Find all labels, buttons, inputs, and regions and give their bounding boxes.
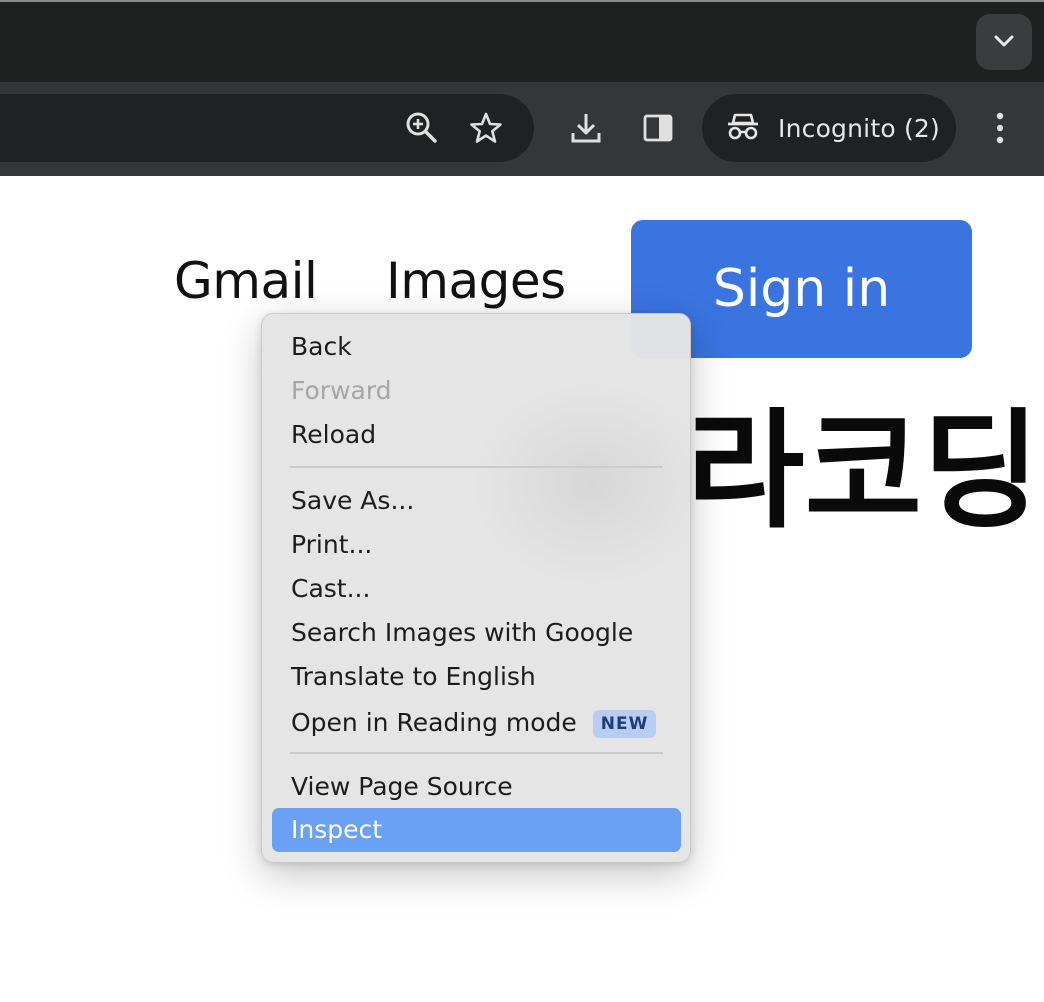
tab-strip xyxy=(0,0,1044,82)
context-menu: Back Forward Reload Save As... Print... … xyxy=(261,313,691,863)
more-vertical-icon[interactable] xyxy=(984,106,1016,150)
menu-item-forward: Forward xyxy=(291,376,392,405)
incognito-icon xyxy=(726,111,760,145)
window-edge xyxy=(0,0,1044,2)
menu-item-print[interactable]: Print... xyxy=(291,523,372,567)
tab-search-button[interactable] xyxy=(976,14,1032,70)
reading-mode-label: Open in Reading mode xyxy=(291,708,577,737)
chevron-down-icon xyxy=(993,33,1015,52)
menu-item-view-source[interactable]: View Page Source xyxy=(291,765,513,809)
menu-item-cast[interactable]: Cast... xyxy=(291,567,370,611)
menu-item-save-as[interactable]: Save As... xyxy=(291,479,414,523)
address-bar[interactable] xyxy=(0,94,534,162)
menu-item-translate[interactable]: Translate to English xyxy=(291,655,536,699)
menu-item-inspect[interactable]: Inspect xyxy=(291,808,382,852)
browser-toolbar: Incognito (2) xyxy=(0,82,1044,176)
menu-item-back[interactable]: Back xyxy=(291,325,352,369)
bookmark-star-icon[interactable] xyxy=(464,106,508,150)
side-panel-icon[interactable] xyxy=(636,106,680,150)
menu-separator xyxy=(290,752,663,754)
menu-separator xyxy=(290,466,663,468)
incognito-profile-button[interactable]: Incognito (2) xyxy=(702,94,956,162)
download-icon[interactable] xyxy=(564,106,608,150)
gmail-link[interactable]: Gmail xyxy=(174,252,318,310)
incognito-label: Incognito (2) xyxy=(778,113,940,143)
new-badge: NEW xyxy=(592,710,657,738)
zoom-in-icon[interactable] xyxy=(400,106,444,150)
images-link[interactable]: Images xyxy=(386,252,566,310)
menu-item-reload[interactable]: Reload xyxy=(291,413,376,457)
menu-item-search-images[interactable]: Search Images with Google xyxy=(291,611,633,655)
menu-item-reading-mode[interactable]: Open in Reading mode NEW xyxy=(291,701,657,745)
